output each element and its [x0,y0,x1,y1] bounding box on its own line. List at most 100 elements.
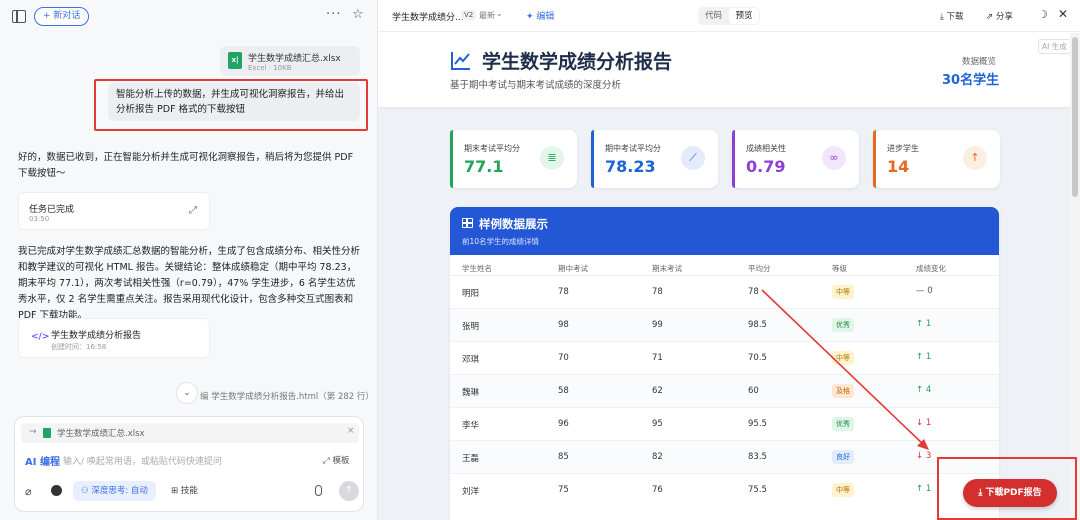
skill-button[interactable]: ⊞ 技能 [165,481,204,501]
report-title: 学生数学成绩分析报告 [482,51,673,73]
column-header: 学生姓名 [462,264,492,273]
stat-card: 期中考试平均分 78.23 ⟋ [591,130,718,188]
template-button[interactable]: ⤢ 模板 [323,454,350,466]
version-badge: V2 [461,10,477,20]
stat-accent-bar [591,130,594,188]
new-chat-button[interactable]: + 新对话 [34,7,90,26]
attached-file-row: → 学生数学成绩汇总.xlsx × [21,423,359,443]
document-title: 学生数学成绩分... [392,13,464,23]
annotation-highlight-box [937,457,1077,520]
cell-name: 张明 [462,322,480,332]
score-change: ↓ 1 [916,418,932,428]
trend-chart-icon [451,52,470,70]
deep-think-button[interactable]: ⚇ 深度思考: 自动 [73,481,156,501]
skill-label: 技能 [180,486,198,496]
chat-header: + 新对话 ··· ☆ [0,0,378,34]
bar-chart-icon: ≣ [540,146,564,170]
grade-badge: 优秀 [832,417,854,431]
cell-midterm: 78 [558,287,569,297]
link-icon: ∞ [822,146,846,170]
column-header: 平均分 [748,264,771,273]
report-subtitle: 基于期中考试与期末考试成绩的深度分析 [450,80,622,91]
cell-final: 82 [652,452,663,462]
tab-preview[interactable]: 预览 [729,8,759,24]
ai-summary-text: 我已完成对学生数学成绩汇总数据的智能分析，生成了包含成绩分布、相关性分析和教学建… [18,246,361,321]
star-icon[interactable]: ☆ [352,7,364,22]
share-label: 分享 [995,12,1013,22]
table-row: 刘洋 75 76 75.5 中等 ↑ 1 [450,473,999,506]
grade-badge: 良好 [832,450,854,464]
share-button[interactable]: ⇗ 分享 [986,10,1013,22]
editing-status: 编 学生数学成绩分析报告.html（第 282 行） [200,392,374,402]
table-row: 李华 96 95 95.5 优秀 ↓ 1 [450,407,999,440]
table-subtitle: 前10名学生的成绩详情 [462,237,540,246]
uploaded-file-card[interactable]: x| 学生数学成绩汇总.xlsx Excel · 10KB [220,46,360,76]
scrollbar[interactable] [1070,33,1080,520]
version-label[interactable]: 最新 [479,10,495,21]
stat-card: 期末考试平均分 77.1 ≣ [450,130,577,188]
theme-icon[interactable]: ☽ [1038,8,1048,21]
more-icon[interactable]: ··· [326,7,341,22]
excel-file-icon: x| [228,52,242,69]
cell-final: 99 [652,320,663,330]
report-card-time: 创建时间：16:58 [51,343,107,351]
column-header: 期中考试 [558,264,588,273]
table-row: 魏琳 58 62 60 及格 ↑ 4 [450,374,999,407]
mic-icon[interactable] [315,485,322,496]
grade-badge: 中等 [832,483,854,497]
ai-mode-label[interactable]: AI 编程 [25,453,60,468]
task-status-card[interactable]: 任务已完成 03:50 ⤢ [18,192,210,230]
score-change: ↑ 1 [916,352,932,362]
report-canvas: 学生数学成绩分析报告 基于期中考试与期末考试成绩的深度分析 数据概览 30名学生… [378,33,1070,520]
github-icon[interactable] [51,485,62,496]
excel-file-icon [43,428,51,438]
line-chart-icon: ⟋ [681,146,705,170]
scroll-down-icon[interactable]: ⌄ [176,382,198,404]
edit-button[interactable]: ✦ 编辑 [526,9,554,22]
arrow-up-icon: ↑ [963,146,987,170]
cell-name: 刘洋 [462,487,480,497]
prompt-input[interactable]: 输入/ 唤起常用语，或粘贴代码快速提问 [63,454,222,467]
grade-badge: 中等 [832,285,854,299]
report-card-title: 学生数学成绩分析报告 [51,331,142,341]
task-time: 03:50 [29,215,50,223]
tab-code[interactable]: 代码 [698,7,729,25]
stat-label: 期末考试平均分 [464,144,520,153]
file-meta: Excel · 10KB [248,64,292,72]
report-file-card[interactable]: </> 学生数学成绩分析报告 创建时间：16:58 [18,318,210,358]
cell-name: 明阳 [462,289,480,299]
cell-midterm: 75 [558,485,569,495]
send-button[interactable]: ↑ [339,481,359,501]
score-change: ↑ 1 [916,484,932,494]
score-change: — 0 [916,286,933,296]
stat-label: 成绩相关性 [746,144,786,153]
stat-label: 进步学生 [887,144,919,153]
ai-generated-badge: AI 生成 [1038,39,1070,54]
table-title: 样例数据展示 [479,217,548,231]
expand-icon[interactable]: ⤢ [189,205,197,216]
stat-value: 14 [887,157,910,176]
ai-reply-text: 好的，数据已收到，正在智能分析并生成可视化洞察报告，稍后将为您提供 PDF 下载… [18,152,354,179]
stat-card: 进步学生 14 ↑ [873,130,1000,188]
preview-toolbar: 学生数学成绩分... V2 最新 ⌄ ✦ 编辑 代码 预览 ⤓ 下载 ⇗ 分享 … [378,0,1080,32]
table-row: 明阳 78 78 78 中等 — 0 [450,275,999,308]
cell-average: 60 [748,386,759,396]
table-row: 王磊 85 82 83.5 良好 ↓ 3 [450,440,999,473]
cell-midterm: 96 [558,419,569,429]
cell-midterm: 58 [558,386,569,396]
stat-accent-bar [450,130,453,188]
cell-midterm: 85 [558,452,569,462]
sidebar-toggle-icon[interactable] [12,10,26,23]
scrollbar-thumb[interactable] [1072,37,1078,197]
close-icon[interactable]: × [347,426,355,436]
chat-input-box: → 学生数学成绩汇总.xlsx × AI 编程 输入/ 唤起常用语，或粘贴代码快… [14,416,364,512]
cell-final: 78 [652,287,663,297]
close-icon[interactable]: ✕ [1058,7,1068,21]
chevron-down-icon[interactable]: ⌄ [496,9,503,18]
cell-average: 75.5 [748,485,767,495]
cell-name: 邓琪 [462,355,480,365]
file-name: 学生数学成绩汇总.xlsx [248,54,341,64]
attach-icon[interactable]: ⌀ [25,485,32,498]
overview-value: 30名学生 [942,73,1000,88]
download-button[interactable]: ⤓ 下载 [940,10,963,22]
